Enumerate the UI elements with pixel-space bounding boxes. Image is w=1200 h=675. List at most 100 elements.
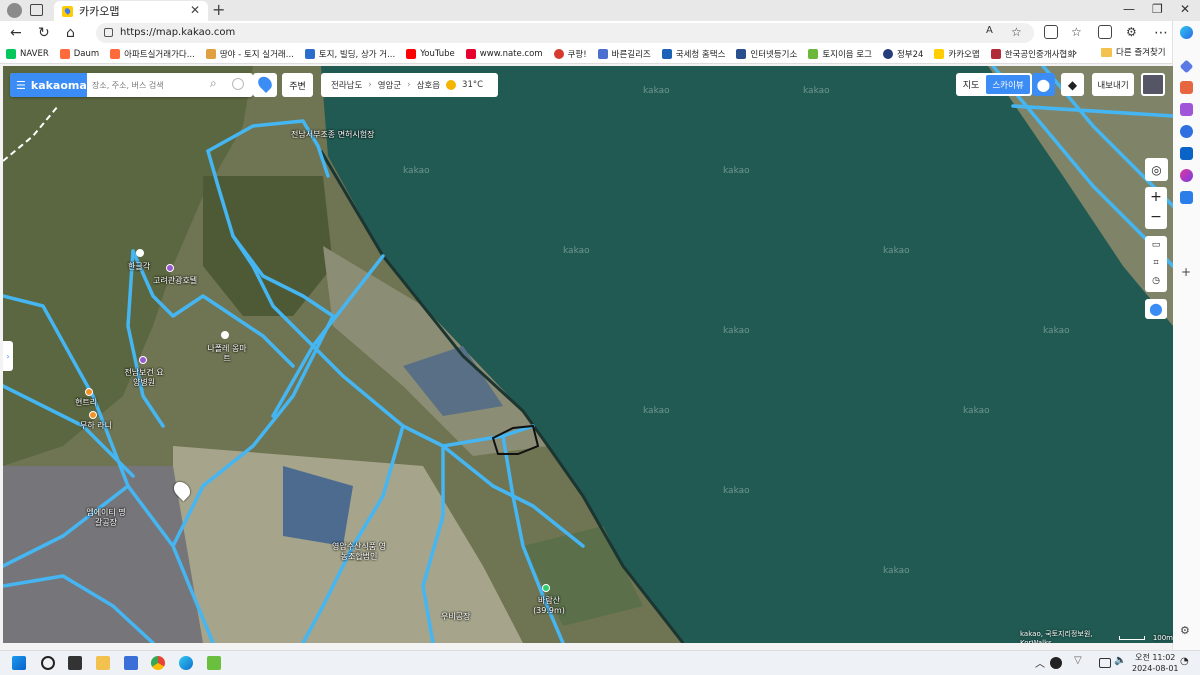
- export-button[interactable]: 내보내기: [1092, 73, 1134, 96]
- my-places-button[interactable]: [253, 73, 277, 97]
- map-view-button[interactable]: 지도: [956, 73, 986, 96]
- bookmark-item[interactable]: www.nate.com: [465, 49, 543, 59]
- current-location-button[interactable]: ◎: [1145, 158, 1168, 181]
- more-menu-icon[interactable]: ⋯: [1154, 25, 1168, 41]
- read-aloud-icon[interactable]: A: [986, 25, 993, 36]
- bookmark-item[interactable]: 국세청 홈택스: [661, 48, 725, 60]
- chrome-icon[interactable]: [151, 656, 165, 670]
- bookmark-item[interactable]: YouTube: [406, 49, 455, 59]
- map-canvas[interactable]: kakao kakao kakao kakao kakao kakao kaka…: [3, 66, 1173, 643]
- home-icon[interactable]: ⌂: [66, 25, 75, 41]
- send-icon[interactable]: [1180, 191, 1193, 204]
- url-field[interactable]: https://map.kakao.com: [96, 23, 1034, 43]
- distance-tool-icon[interactable]: ▭: [1145, 236, 1167, 254]
- windows-start-icon[interactable]: [12, 656, 26, 670]
- new-tab-icon[interactable]: +: [212, 0, 225, 19]
- collections-icon[interactable]: [1098, 25, 1112, 39]
- tab-actions-icon[interactable]: [30, 4, 43, 16]
- wifi-icon[interactable]: ▽: [1074, 655, 1082, 666]
- bookmark-item[interactable]: 토지이음 로그: [808, 48, 872, 60]
- zoom-in-button[interactable]: +: [1145, 187, 1167, 208]
- poi-label[interactable]: 영암수산식품 영농조합법인: [331, 542, 387, 562]
- settings-app-icon[interactable]: [124, 656, 138, 670]
- bookmark-item[interactable]: 토지, 빌딩, 상가 거...: [304, 48, 395, 60]
- bookmark-item[interactable]: NAVER: [6, 49, 49, 59]
- poi-label[interactable]: 전남보건 요양병원: [121, 368, 167, 388]
- nearby-button[interactable]: 주변: [282, 73, 313, 97]
- directions-icon[interactable]: [232, 78, 244, 90]
- network-icon[interactable]: [1099, 658, 1111, 668]
- volume-icon[interactable]: 🔈: [1114, 655, 1126, 666]
- file-explorer-icon[interactable]: [96, 656, 110, 670]
- poi-label[interactable]: 엠에이티 명갈공장: [83, 508, 129, 528]
- menu-icon[interactable]: ☰: [16, 79, 26, 92]
- notifications-icon[interactable]: ◔: [1180, 656, 1189, 667]
- bookmarks-overflow-chevron-icon[interactable]: ›: [1073, 46, 1077, 59]
- bookmark-item[interactable]: Daum: [59, 49, 99, 59]
- skyview-button[interactable]: 스카이뷰: [986, 75, 1030, 94]
- edge-icon[interactable]: [179, 656, 193, 670]
- m365-icon[interactable]: [1180, 125, 1193, 138]
- profile-avatar[interactable]: [7, 3, 22, 18]
- bookmark-item[interactable]: 쿠팡!: [553, 48, 587, 60]
- browser-tab[interactable]: 카카오맵 ✕: [54, 1, 208, 21]
- poi-label[interactable]: 무하 라니: [79, 421, 113, 431]
- bookmark-item[interactable]: 바른길리즈: [597, 48, 651, 60]
- layers-button[interactable]: ◆: [1061, 73, 1084, 96]
- outlook-icon[interactable]: [1180, 147, 1193, 160]
- favorite-star-icon[interactable]: ☆: [1011, 25, 1022, 39]
- poi-label[interactable]: 한글각: [128, 262, 150, 272]
- window-close-icon[interactable]: ✕: [1180, 2, 1190, 16]
- restaurant-marker-icon[interactable]: [89, 411, 97, 419]
- mountain-marker-icon[interactable]: [542, 584, 550, 592]
- add-sidebar-app-icon[interactable]: +: [1181, 265, 1191, 279]
- copilot-icon[interactable]: [1180, 26, 1193, 39]
- roadview-thumbnail[interactable]: [1141, 73, 1165, 96]
- area-tool-icon[interactable]: ⌗: [1145, 254, 1167, 272]
- poi-label[interactable]: 바람산 (39.9m): [530, 596, 568, 616]
- task-view-icon[interactable]: [68, 656, 82, 670]
- sidebar-settings-icon[interactable]: ⚙: [1180, 624, 1190, 637]
- bookmark-item[interactable]: 인터넷등기소: [736, 48, 797, 60]
- mart-marker-icon[interactable]: [221, 331, 229, 339]
- poi-label[interactable]: 현트리: [75, 398, 97, 408]
- designer-icon[interactable]: [1180, 169, 1193, 182]
- breadcrumb-town[interactable]: 삼호읍: [417, 79, 440, 91]
- radius-tool-icon[interactable]: ◷: [1145, 272, 1167, 290]
- app-icon[interactable]: [207, 656, 221, 670]
- poi-label[interactable]: 전남서부조종 면허시험장: [291, 130, 375, 140]
- other-favorites-folder[interactable]: 다른 즐겨찾기: [1101, 46, 1166, 58]
- restaurant-marker-icon[interactable]: [85, 388, 93, 396]
- split-screen-icon[interactable]: [1044, 25, 1058, 39]
- tray-app-icon[interactable]: [1050, 657, 1062, 669]
- bookmark-item[interactable]: 땅야 - 토지 실거래...: [205, 48, 294, 60]
- minimize-icon[interactable]: —: [1123, 2, 1135, 16]
- pin-layer-button[interactable]: ⬤: [1032, 73, 1055, 96]
- maximize-icon[interactable]: ❐: [1152, 2, 1163, 16]
- roadview-button[interactable]: ⬤: [1145, 299, 1167, 319]
- breadcrumb-province[interactable]: 전라남도: [331, 79, 362, 91]
- poi-label[interactable]: 고려관광호텔: [153, 276, 197, 286]
- system-clock[interactable]: 오전 11:02 2024-08-01: [1132, 652, 1179, 674]
- search-input[interactable]: [92, 76, 202, 94]
- search-icon[interactable]: [41, 656, 55, 670]
- tag-icon[interactable]: [1179, 59, 1194, 74]
- bookmark-item[interactable]: 정부24: [882, 48, 923, 60]
- search-icon[interactable]: ⌕: [210, 76, 217, 91]
- poi-label[interactable]: 나폴레 옹마트: [207, 344, 247, 364]
- hotel-marker-icon[interactable]: [166, 264, 174, 272]
- extensions-icon[interactable]: ⚙: [1126, 25, 1137, 39]
- favorites-icon[interactable]: ☆: [1071, 25, 1082, 39]
- refresh-icon[interactable]: ↻: [38, 25, 50, 41]
- kakaomap-logo[interactable]: ☰ kakaomap: [10, 73, 95, 97]
- zoom-out-button[interactable]: −: [1145, 208, 1167, 229]
- place-marker-icon[interactable]: [136, 249, 144, 257]
- bookmark-item[interactable]: 한국공인중개사협회: [990, 48, 1075, 60]
- bookmark-item[interactable]: 카카오맵: [934, 48, 980, 60]
- side-panel-toggle[interactable]: ›: [3, 341, 13, 371]
- hospital-marker-icon[interactable]: [139, 356, 147, 364]
- bookmark-item[interactable]: 아파트실거래가다...: [110, 48, 195, 60]
- back-icon[interactable]: ←: [10, 25, 22, 41]
- breadcrumb-county[interactable]: 영암군: [378, 79, 401, 91]
- poi-label[interactable]: 우비공장: [441, 612, 470, 622]
